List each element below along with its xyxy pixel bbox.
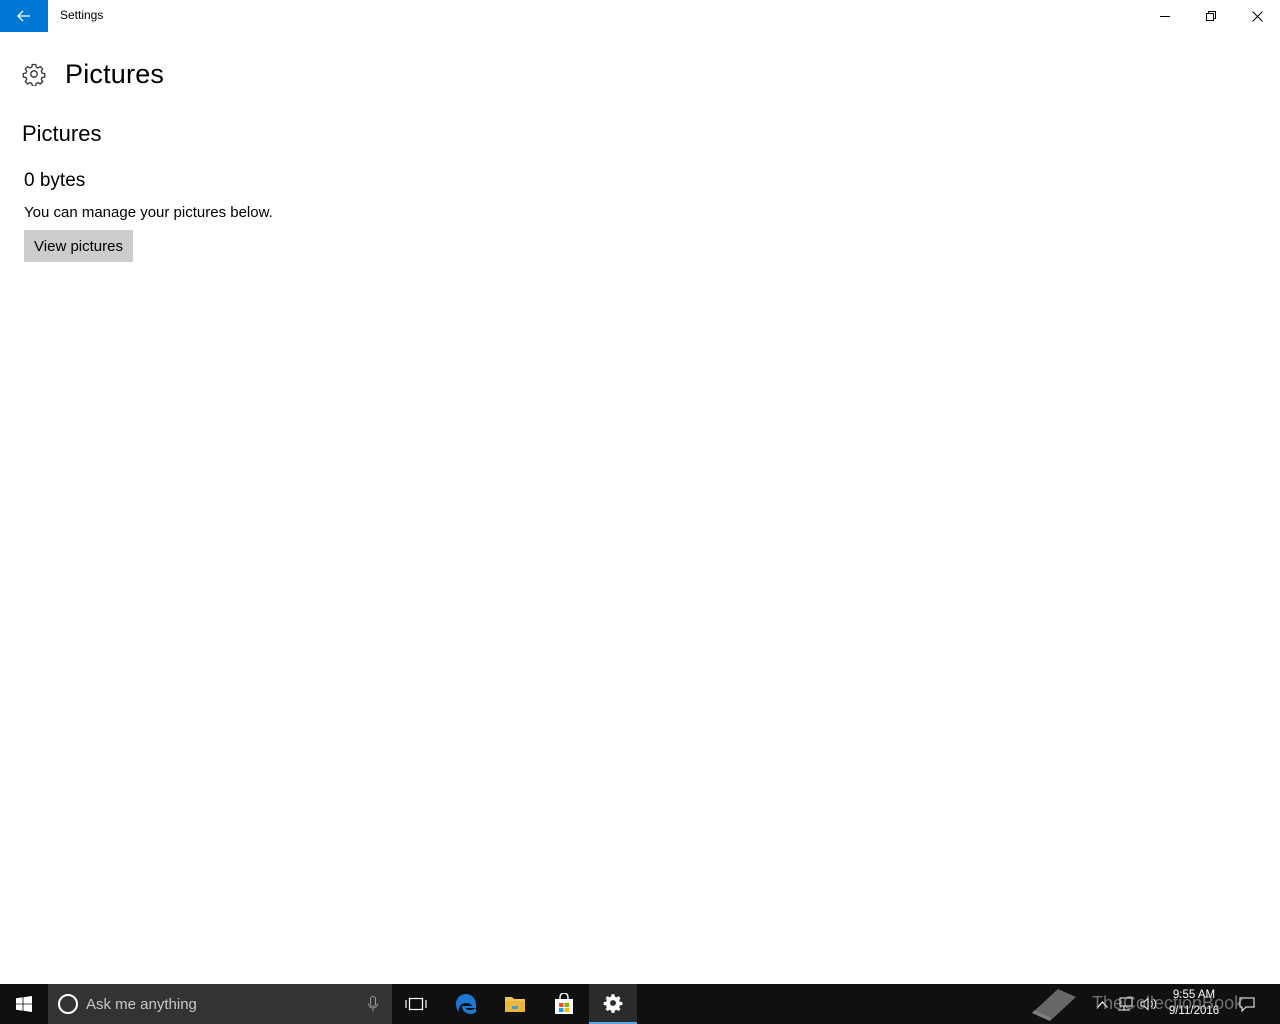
search-box[interactable]: Ask me anything [48, 984, 392, 1024]
task-view-icon [405, 997, 427, 1011]
folder-icon [505, 997, 525, 1012]
settings-taskbar-button[interactable] [589, 984, 637, 1024]
restore-icon [1206, 11, 1216, 21]
edge-taskbar-button[interactable] [442, 984, 490, 1024]
gear-icon [603, 994, 623, 1013]
storage-size-value: 0 bytes [24, 170, 86, 191]
page-title: Pictures [65, 58, 165, 89]
arrow-left-icon [17, 10, 30, 22]
chevron-up-icon [1096, 1000, 1108, 1008]
speaker-icon [1140, 997, 1157, 1011]
start-button[interactable] [0, 984, 48, 1024]
store-taskbar-button[interactable] [540, 984, 588, 1024]
windows-logo-icon [16, 996, 32, 1012]
close-icon [1251, 10, 1263, 22]
network-button[interactable] [1114, 984, 1136, 1024]
gear-icon [22, 63, 46, 86]
volume-button[interactable] [1138, 984, 1160, 1024]
cortana-icon [58, 994, 78, 1014]
view-pictures-button[interactable]: View pictures [24, 230, 133, 262]
show-hidden-icons-button[interactable] [1092, 984, 1112, 1024]
file-explorer-taskbar-button[interactable] [491, 984, 539, 1024]
restore-button[interactable] [1188, 0, 1234, 32]
edge-icon [456, 994, 476, 1014]
back-button[interactable] [0, 0, 48, 32]
taskbar: Ask me anything 9:55 AM 9/11/2016 [0, 984, 1280, 1024]
description-text: You can manage your pictures below. [24, 204, 273, 221]
clock-time: 9:55 AM [1172, 989, 1216, 1001]
network-icon [1118, 997, 1133, 1011]
action-center-button[interactable] [1234, 984, 1260, 1024]
close-button[interactable] [1234, 0, 1280, 32]
title-bar: Settings [0, 0, 1280, 32]
section-title: Pictures [22, 121, 102, 146]
minimize-button[interactable] [1142, 0, 1188, 32]
notification-icon [1239, 997, 1255, 1012]
microphone-icon[interactable] [368, 996, 378, 1012]
minimize-icon [1160, 16, 1170, 17]
window-title: Settings [60, 8, 104, 22]
search-placeholder: Ask me anything [86, 995, 197, 1013]
clock-date: 9/11/2016 [1168, 1005, 1220, 1017]
clock[interactable]: 9:55 AM 9/11/2016 [1158, 987, 1230, 1019]
task-view-button[interactable] [392, 984, 440, 1024]
store-icon [555, 993, 573, 1014]
page-header: Pictures [22, 56, 164, 92]
